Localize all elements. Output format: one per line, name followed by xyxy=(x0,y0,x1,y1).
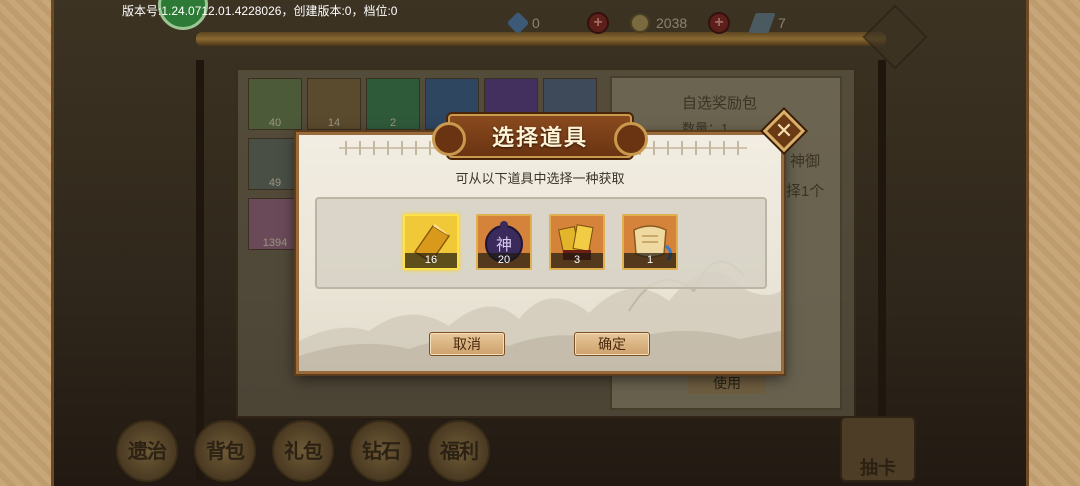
confirm-button[interactable]: 确定 xyxy=(574,332,650,356)
scroll-item[interactable]: 1 xyxy=(622,214,678,270)
diamond-count: 0 xyxy=(532,15,540,31)
slot-count: 40 xyxy=(268,117,282,129)
feather-icon xyxy=(748,13,776,33)
close-dialog-button[interactable]: ✕ xyxy=(762,109,806,153)
detail-title: 自选奖励包 xyxy=(682,95,758,112)
nav-button-welfare[interactable]: 福利 xyxy=(428,420,490,482)
item-count: 16 xyxy=(405,253,457,268)
backpack-slot[interactable]: 49 xyxy=(248,138,302,190)
item-count: 1 xyxy=(624,253,676,268)
feather-count: 7 xyxy=(778,15,786,31)
close-icon: ✕ xyxy=(774,118,794,143)
gold-bar-item[interactable]: 16 xyxy=(403,214,459,270)
detail-text-line-1: 神御 xyxy=(790,153,821,170)
item-count: 20 xyxy=(478,253,530,268)
svg-text:神: 神 xyxy=(496,235,512,254)
backpack-slot[interactable]: 40 xyxy=(248,78,302,130)
diamond-resource: 0 xyxy=(506,10,540,36)
add-diamond-button[interactable]: + xyxy=(587,12,609,34)
item-count: 3 xyxy=(551,253,603,268)
add-coin-button[interactable]: + xyxy=(708,12,730,34)
slot-count: 2 xyxy=(389,117,397,129)
nav-button-1[interactable]: 遗治 xyxy=(116,420,178,482)
diamond-icon xyxy=(506,11,530,35)
version-info: 版本号:1.24.0712.01.4228026，创建版本:0，档位:0 xyxy=(122,4,398,18)
gacha-button[interactable]: 抽卡 xyxy=(840,416,916,482)
coin-resource: 2038 xyxy=(630,10,687,36)
coin-icon xyxy=(630,13,650,33)
slot-count: 49 xyxy=(268,177,282,189)
select-item-dialog: 可从以下道具中选择一种获取 xyxy=(296,132,784,374)
dialog-title-banner: 选择道具 xyxy=(432,114,648,158)
coin-count: 2038 xyxy=(656,15,688,31)
slot-count: 14 xyxy=(327,117,341,129)
detail-text-line-2: 择1个 xyxy=(786,183,825,200)
cancel-button[interactable]: 取消 xyxy=(429,332,505,356)
dialog-subtitle: 可从以下道具中选择一种获取 xyxy=(455,171,625,186)
item-choice-box xyxy=(315,197,767,289)
backpack-slot[interactable]: 14 xyxy=(307,78,361,130)
left-pole xyxy=(196,60,204,480)
left-border-strip xyxy=(0,0,54,486)
nav-button-diamond[interactable]: 钻石 xyxy=(350,420,412,482)
feather-resource: 7 xyxy=(748,10,786,36)
backpack-slot[interactable]: 1394 xyxy=(248,198,302,250)
gold-cards-item[interactable]: 3 xyxy=(549,214,605,270)
slot-count: 1394 xyxy=(262,237,288,249)
right-border-strip xyxy=(1026,0,1080,486)
use-button[interactable]: 使用 xyxy=(688,372,766,394)
nav-button-gift-pack[interactable]: 礼包 xyxy=(272,420,334,482)
shen-token-item[interactable]: 神 20 xyxy=(476,214,532,270)
backpack-slot[interactable]: 2 xyxy=(366,78,420,130)
dialog-title: 选择道具 xyxy=(491,126,588,151)
nav-button-backpack[interactable]: 背包 xyxy=(194,420,256,482)
